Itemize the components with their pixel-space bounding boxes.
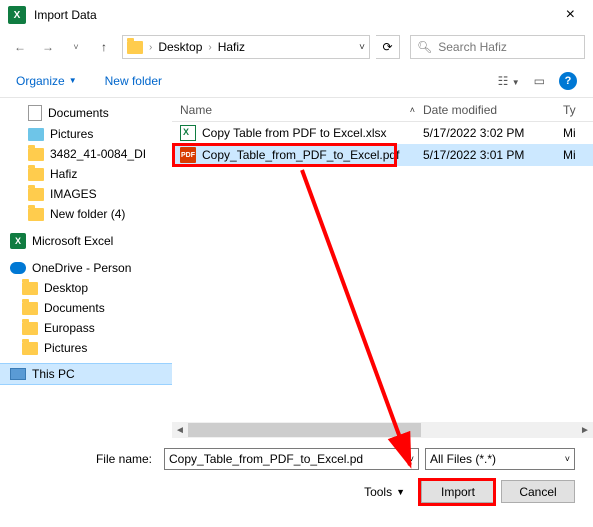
sort-asc-icon: ˄ bbox=[410, 105, 415, 115]
documents-icon bbox=[28, 105, 42, 121]
pictures-icon bbox=[28, 128, 44, 141]
excel-app-icon: X bbox=[10, 233, 26, 249]
folder-icon bbox=[28, 208, 44, 221]
preview-pane-icon[interactable]: ▭ bbox=[534, 74, 545, 88]
chevron-right-icon[interactable]: › bbox=[149, 42, 152, 53]
breadcrumb-hafiz[interactable]: Hafiz bbox=[218, 40, 245, 54]
chevron-down-icon[interactable]: ˅ bbox=[409, 454, 414, 464]
folder-icon bbox=[28, 188, 44, 201]
folder-icon bbox=[28, 168, 44, 181]
tree-item-od-documents[interactable]: Documents bbox=[0, 298, 172, 318]
import-button[interactable]: Import bbox=[421, 480, 495, 503]
column-type[interactable]: Ty bbox=[563, 103, 593, 117]
folder-icon bbox=[22, 342, 38, 355]
chevron-down-icon: ▼ bbox=[69, 76, 77, 85]
up-button[interactable]: ↑ bbox=[92, 35, 116, 59]
back-button[interactable]: ← bbox=[8, 35, 32, 59]
horizontal-scrollbar[interactable]: ◄ ► bbox=[172, 422, 593, 438]
view-options-icon[interactable]: ☷ ▼ bbox=[498, 74, 520, 88]
scroll-left-icon[interactable]: ◄ bbox=[172, 422, 188, 438]
search-input[interactable]: 🔍︎ Search Hafiz bbox=[410, 35, 585, 59]
list-header[interactable]: Name˄ Date modified Ty bbox=[172, 98, 593, 122]
tree-item-excel[interactable]: XMicrosoft Excel bbox=[0, 230, 172, 252]
tree-item-hafiz[interactable]: Hafiz bbox=[0, 164, 172, 184]
new-folder-button[interactable]: New folder bbox=[105, 74, 162, 88]
tree-item-newfolder[interactable]: New folder (4) bbox=[0, 204, 172, 224]
chevron-down-icon: ▼ bbox=[396, 487, 405, 497]
navigation-tree[interactable]: Documents Pictures 3482_41-0084_DI Hafiz… bbox=[0, 98, 172, 438]
tree-item-od-desktop[interactable]: Desktop bbox=[0, 278, 172, 298]
chevron-down-icon[interactable]: ˅ bbox=[359, 42, 365, 53]
tree-item-onedrive[interactable]: OneDrive - Person bbox=[0, 258, 172, 278]
excel-app-icon: X bbox=[8, 6, 26, 24]
tree-item-folder[interactable]: 3482_41-0084_DI bbox=[0, 144, 172, 164]
tree-item-thispc[interactable]: This PC bbox=[0, 364, 172, 384]
titlebar: X Import Data × bbox=[0, 0, 593, 30]
address-bar[interactable]: › Desktop › Hafiz ˅ bbox=[122, 35, 370, 59]
recent-dropdown[interactable]: ˅ bbox=[64, 35, 88, 59]
scroll-thumb[interactable] bbox=[188, 423, 421, 437]
forward-button: → bbox=[36, 35, 60, 59]
file-row[interactable]: PDFCopy_Table_from_PDF_to_Excel.pdf 5/17… bbox=[172, 144, 593, 166]
folder-icon bbox=[22, 282, 38, 295]
chevron-right-icon[interactable]: › bbox=[208, 42, 211, 53]
list-body[interactable]: Copy Table from PDF to Excel.xlsx 5/17/2… bbox=[172, 122, 593, 422]
footer: File name: Copy_Table_from_PDF_to_Excel.… bbox=[0, 438, 593, 517]
refresh-button[interactable]: ⟳ bbox=[376, 35, 400, 59]
breadcrumb-desktop[interactable]: Desktop bbox=[158, 40, 202, 54]
pc-icon bbox=[10, 368, 26, 380]
folder-icon bbox=[127, 41, 143, 54]
file-row[interactable]: Copy Table from PDF to Excel.xlsx 5/17/2… bbox=[172, 122, 593, 144]
filename-label: File name: bbox=[18, 452, 158, 466]
search-placeholder: Search Hafiz bbox=[438, 40, 507, 54]
main-split: Documents Pictures 3482_41-0084_DI Hafiz… bbox=[0, 98, 593, 438]
tree-item-od-pictures[interactable]: Pictures bbox=[0, 338, 172, 358]
column-name[interactable]: Name˄ bbox=[172, 103, 423, 117]
chevron-down-icon[interactable]: ˅ bbox=[565, 454, 570, 464]
folder-icon bbox=[28, 148, 44, 161]
nav-bar: ← → ˅ ↑ › Desktop › Hafiz ˅ ⟳ 🔍︎ Search … bbox=[0, 30, 593, 64]
scroll-right-icon[interactable]: ► bbox=[577, 422, 593, 438]
organize-menu[interactable]: Organize▼ bbox=[16, 74, 77, 88]
tools-menu[interactable]: Tools ▼ bbox=[364, 485, 405, 499]
window-title: Import Data bbox=[34, 8, 556, 22]
toolbar: Organize▼ New folder ☷ ▼ ▭ ? bbox=[0, 64, 593, 98]
filename-input[interactable]: Copy_Table_from_PDF_to_Excel.pd ˅ bbox=[164, 448, 419, 470]
column-date[interactable]: Date modified bbox=[423, 103, 563, 117]
tree-item-od-europass[interactable]: Europass bbox=[0, 318, 172, 338]
pdf-file-icon: PDF bbox=[180, 147, 196, 163]
cancel-button[interactable]: Cancel bbox=[501, 480, 575, 503]
tree-item-images[interactable]: IMAGES bbox=[0, 184, 172, 204]
folder-icon bbox=[22, 302, 38, 315]
close-icon[interactable]: × bbox=[556, 6, 585, 24]
filetype-select[interactable]: All Files (*.*) ˅ bbox=[425, 448, 575, 470]
tree-item-pictures[interactable]: Pictures bbox=[0, 124, 172, 144]
tree-item-documents[interactable]: Documents bbox=[0, 102, 172, 124]
help-icon[interactable]: ? bbox=[559, 72, 577, 90]
search-icon: 🔍︎ bbox=[417, 40, 432, 54]
xlsx-file-icon bbox=[180, 125, 196, 141]
file-list: Name˄ Date modified Ty Copy Table from P… bbox=[172, 98, 593, 438]
onedrive-icon bbox=[10, 262, 26, 274]
folder-icon bbox=[22, 322, 38, 335]
